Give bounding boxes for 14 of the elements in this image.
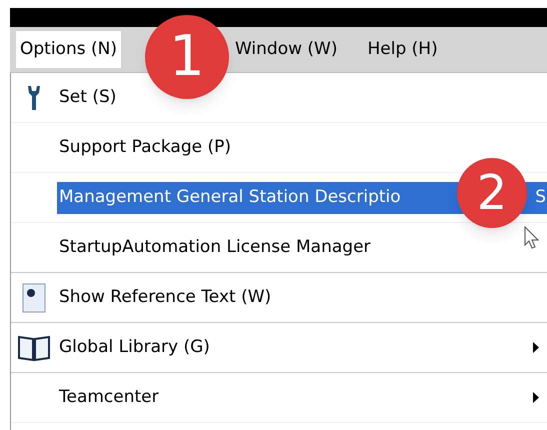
menu-item[interactable]: Global Library (G)	[57, 332, 210, 364]
menu-item[interactable]: Teamcenter	[57, 382, 159, 414]
menu-item[interactable]: StartupAutomation License Manager	[57, 232, 371, 264]
wrench-icon	[27, 84, 41, 110]
submenu-arrow-icon	[533, 392, 539, 403]
menu-item[interactable]: Support Package (P)	[57, 132, 231, 164]
menu-bar-item[interactable]: Help (H)	[364, 30, 442, 68]
menu-item[interactable]: Show Reference Text (W)	[57, 282, 272, 314]
document-icon	[22, 282, 46, 312]
submenu-arrow-icon	[533, 342, 539, 353]
mouse-cursor-icon	[524, 226, 540, 250]
menu-bar-item[interactable]: Window (W)	[230, 30, 342, 68]
menu-bar-item[interactable]: Options (N)	[16, 30, 121, 68]
menu-item[interactable]: Set (S)	[57, 82, 116, 114]
